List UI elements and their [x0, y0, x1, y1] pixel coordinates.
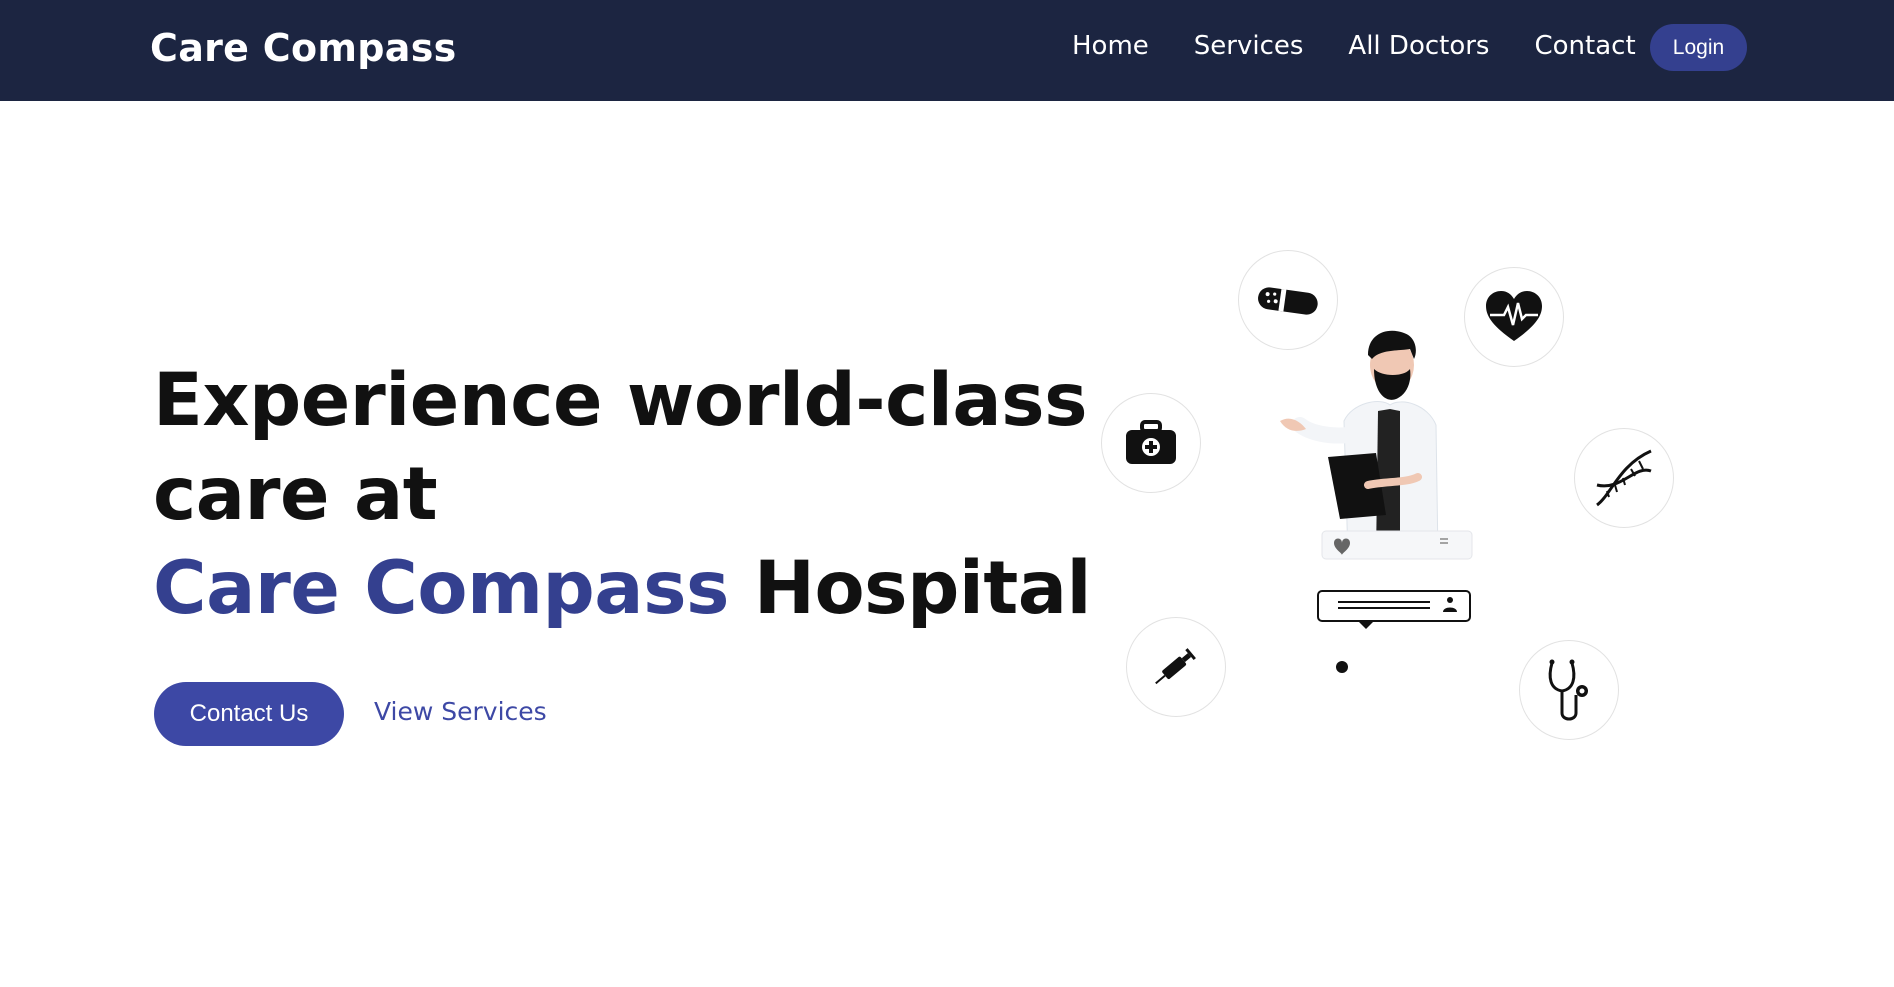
nav-link-services[interactable]: Services	[1194, 31, 1304, 61]
view-services-link[interactable]: View Services	[374, 697, 547, 726]
nav-link-home[interactable]: Home	[1072, 31, 1149, 61]
nav-link-contact[interactable]: Contact	[1534, 31, 1635, 61]
hero-title-line-2: care at	[153, 452, 438, 537]
nav-link-all-doctors[interactable]: All Doctors	[1348, 31, 1489, 61]
dna-icon	[1574, 428, 1674, 528]
contact-us-button[interactable]: Contact Us	[154, 682, 344, 746]
hero-title-line-1: Experience world-class	[153, 358, 1088, 443]
login-button[interactable]: Login	[1650, 24, 1747, 71]
brand-logo[interactable]: Care Compass	[150, 26, 457, 70]
navbar: Care Compass Home Services All Doctors C…	[0, 0, 1894, 101]
doctor-illustration	[1090, 240, 1690, 760]
hero-title-suffix: Hospital	[728, 546, 1092, 631]
nav-links: Home Services All Doctors Contact	[1072, 31, 1636, 61]
stethoscope-icon	[1519, 640, 1619, 740]
hero-title: Experience world-class care at Care Comp…	[153, 354, 1092, 636]
first-aid-kit-icon	[1101, 393, 1201, 493]
syringe-icon	[1126, 617, 1226, 717]
hero-title-accent: Care Compass	[153, 546, 729, 631]
hero-title-line-3: Care Compass Hospital	[153, 542, 1092, 636]
doctor-figure	[1280, 330, 1473, 673]
